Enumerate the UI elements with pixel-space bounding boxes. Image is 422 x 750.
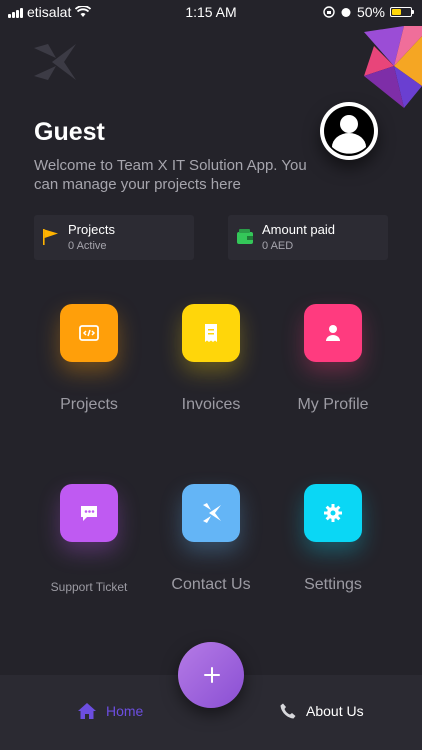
battery-percent: 50%	[356, 4, 385, 20]
flag-icon	[43, 229, 58, 245]
menu-projects-label: Projects	[60, 396, 118, 413]
teamx-logo	[34, 44, 76, 80]
home-icon	[78, 703, 96, 719]
contact-us-icon-box	[182, 484, 240, 542]
teamx-icon	[203, 503, 221, 523]
battery-icon	[390, 7, 414, 17]
avatar[interactable]	[320, 102, 378, 160]
nav-about-us[interactable]: About Us	[280, 703, 364, 719]
add-button[interactable]	[178, 642, 244, 708]
projects-stat-card[interactable]: Projects 0 Active	[34, 215, 194, 260]
nav-home-label: Home	[106, 703, 144, 719]
invoices-icon-box	[182, 304, 240, 362]
gear-icon	[324, 504, 342, 522]
menu-my-profile[interactable]: My Profile	[278, 304, 388, 414]
user-icon	[326, 325, 340, 341]
decorative-polygons	[364, 26, 422, 108]
orientation-lock-icon	[323, 6, 335, 18]
status-bar: etisalat 1:15 AM 50%	[0, 0, 422, 24]
my-profile-icon-box	[304, 304, 362, 362]
chat-icon	[81, 506, 97, 521]
nav-home[interactable]: Home	[78, 703, 143, 719]
phone-icon	[280, 703, 296, 719]
user-name: Guest	[34, 118, 105, 146]
alarm-icon	[341, 8, 351, 17]
projects-icon-box	[60, 304, 118, 362]
projects-stat-value: 0 Active	[68, 240, 107, 252]
amount-paid-stat-card[interactable]: Amount paid 0 AED	[228, 215, 388, 260]
menu-support-ticket[interactable]: Support Ticket	[34, 484, 144, 594]
amount-paid-stat-value: 0 AED	[262, 240, 294, 252]
menu-projects[interactable]: Projects	[34, 304, 144, 414]
menu-contact-us-label: Contact Us	[171, 576, 251, 593]
menu-settings[interactable]: Settings	[278, 484, 388, 594]
wallet-icon	[237, 229, 253, 244]
welcome-text: Welcome to Team X IT Solution App. You c…	[34, 157, 307, 193]
support-ticket-icon-box	[60, 484, 118, 542]
menu-invoices-label: Invoices	[181, 396, 241, 413]
amount-paid-stat-title: Amount paid	[262, 222, 335, 237]
projects-stat-title: Projects	[68, 222, 115, 237]
settings-icon-box	[304, 484, 362, 542]
menu-settings-label: Settings	[304, 576, 362, 593]
menu-my-profile-label: My Profile	[297, 396, 369, 413]
user-avatar-icon	[324, 106, 374, 156]
menu-support-ticket-label: Support Ticket	[50, 580, 128, 594]
menu-contact-us[interactable]: Contact Us	[156, 484, 266, 594]
menu-invoices[interactable]: Invoices	[156, 304, 266, 414]
nav-about-us-label: About Us	[306, 703, 364, 719]
code-icon	[79, 325, 99, 341]
receipt-icon	[205, 324, 217, 342]
